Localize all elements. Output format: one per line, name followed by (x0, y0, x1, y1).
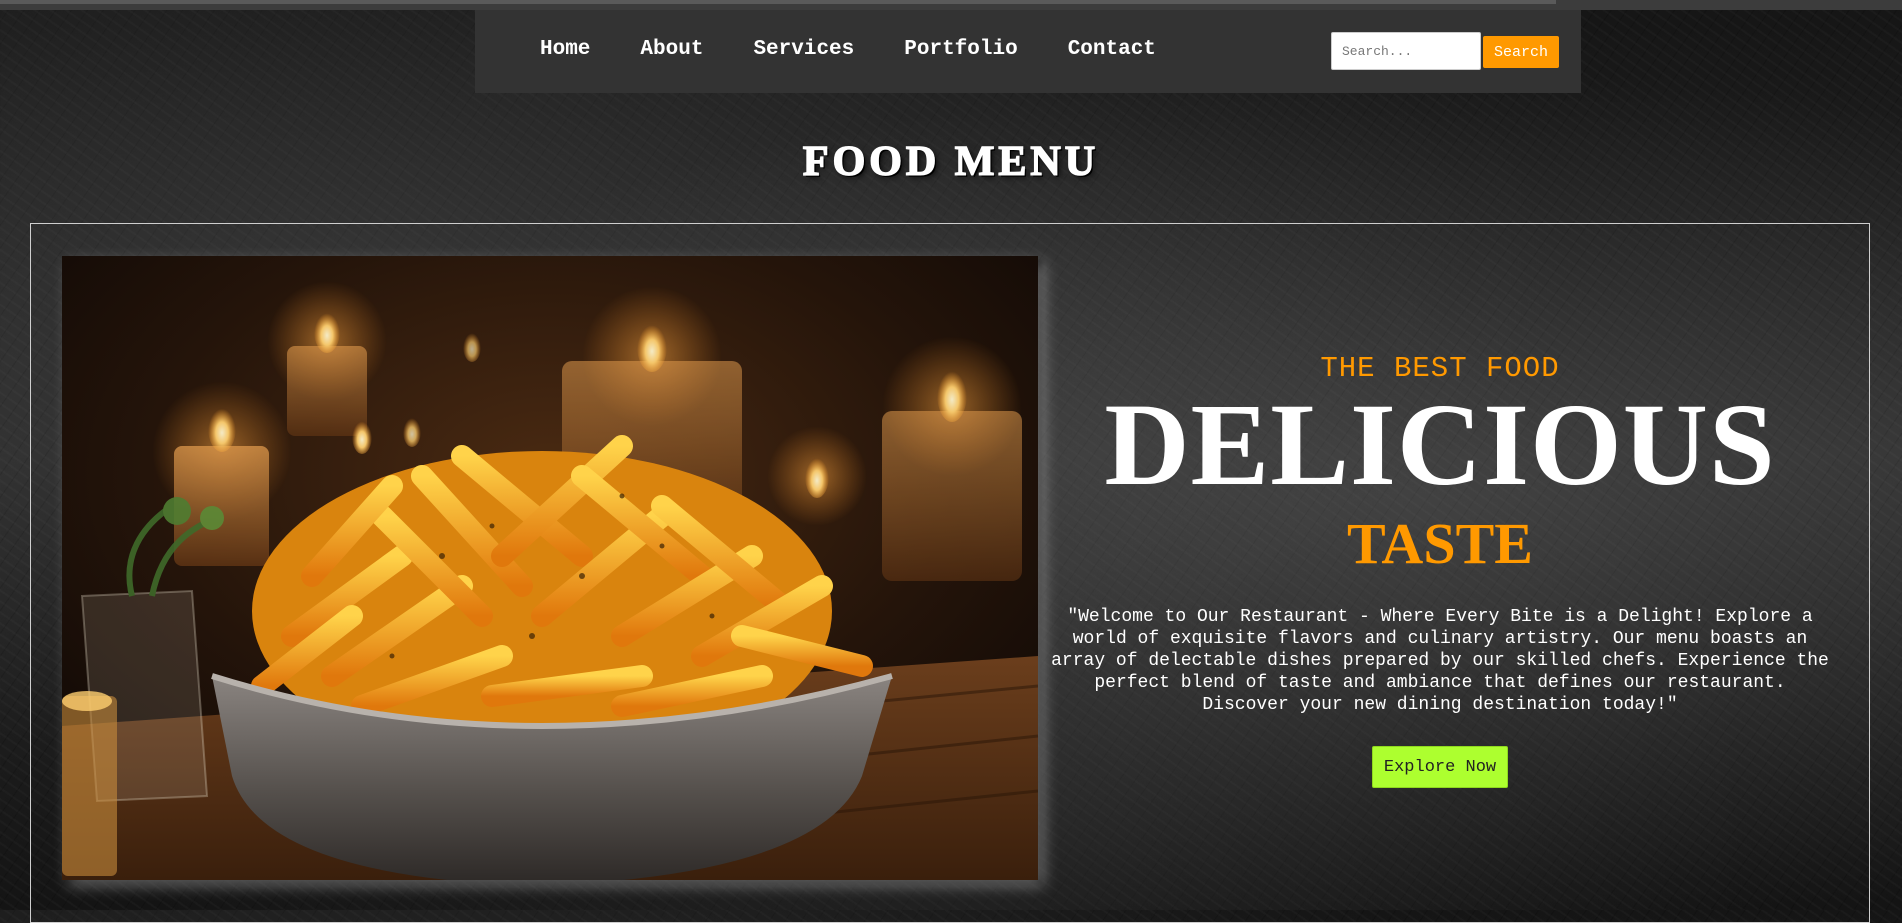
browser-top-strip-inner (0, 0, 1556, 4)
browser-top-strip (0, 0, 1902, 10)
fries-bowl-illustration (62, 256, 1038, 880)
nav-link-services[interactable]: Services (753, 38, 854, 61)
nav-links: Home About Services Portfolio Contact (540, 38, 1206, 61)
nav-link-about[interactable]: About (640, 38, 703, 61)
nav-link-home[interactable]: Home (540, 38, 590, 61)
hero-section: THE BEST FOOD DELICIOUS TASTE "Welcome t… (1050, 340, 1830, 788)
fries-bowl-photo (62, 256, 1038, 880)
navbar: Home About Services Portfolio Contact Se… (475, 10, 1581, 93)
search-button[interactable]: Search (1483, 36, 1559, 68)
hero-subhead: TASTE (1347, 511, 1533, 576)
explore-now-button[interactable]: Explore Now (1372, 746, 1508, 788)
search-input[interactable] (1331, 32, 1481, 70)
hero-description: "Welcome to Our Restaurant - Where Every… (1051, 607, 1829, 715)
nav-link-contact[interactable]: Contact (1068, 38, 1156, 61)
nav-link-portfolio[interactable]: Portfolio (904, 38, 1017, 61)
page-title: FOOD MENU (802, 138, 1100, 186)
hero-headline: DELICIOUS (1104, 379, 1776, 510)
